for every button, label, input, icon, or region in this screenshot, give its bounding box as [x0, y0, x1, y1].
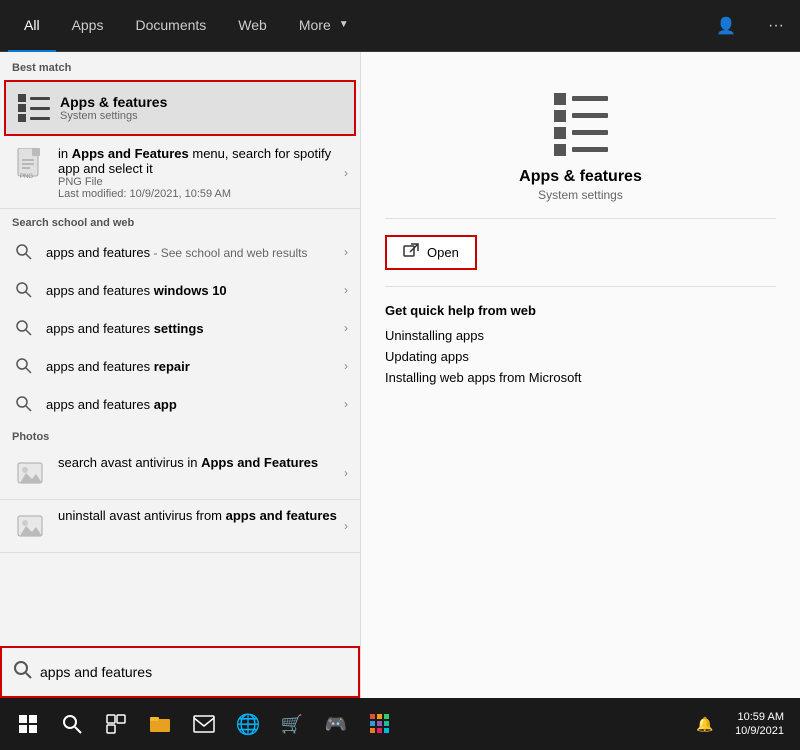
web-result-3[interactable]: apps and features settings › — [0, 309, 360, 347]
top-nav-right: 👤 ··· — [708, 12, 792, 40]
tab-more[interactable]: More ▼ — [283, 0, 365, 52]
best-match-text: Apps & features System settings — [60, 94, 167, 122]
quick-help-link-3[interactable]: Installing web apps from Microsoft — [385, 370, 776, 385]
chevron-right-icon: › — [344, 283, 348, 297]
taskbar-xbox-icon[interactable]: 🎮 — [316, 704, 356, 744]
web-result-4[interactable]: apps and features repair › — [0, 347, 360, 385]
taskbar-start-icon[interactable] — [8, 704, 48, 744]
chevron-right-icon: › — [344, 166, 348, 180]
chevron-down-icon: ▼ — [339, 19, 349, 30]
chevron-right-icon: › — [344, 359, 348, 373]
web-result-text-3: apps and features settings — [46, 321, 344, 336]
file-result-item[interactable]: PNG in Apps and Features menu, search fo… — [0, 138, 360, 209]
chevron-right-icon: › — [344, 321, 348, 335]
chevron-right-icon: › — [344, 519, 348, 533]
search-icon — [12, 240, 36, 264]
search-icon — [12, 278, 36, 302]
best-match-label: Best match — [0, 52, 360, 78]
quick-help-link-2[interactable]: Updating apps — [385, 349, 776, 364]
profile-icon[interactable]: 👤 — [708, 12, 744, 40]
file-type: PNG File — [58, 176, 344, 188]
quick-help-title: Get quick help from web — [385, 303, 776, 318]
web-result-1[interactable]: apps and features - See school and web r… — [0, 233, 360, 271]
open-label: Open — [427, 245, 459, 260]
taskbar-edge-icon[interactable]: 🌐 — [228, 704, 268, 744]
top-nav: All Apps Documents Web More ▼ 👤 ··· — [0, 0, 800, 52]
right-panel: Apps & features System settings Open — [360, 52, 800, 698]
taskbar-tiles-icon[interactable] — [360, 704, 400, 744]
apps-features-icon — [18, 92, 50, 124]
taskbar-store-icon[interactable]: 🛒 — [272, 704, 312, 744]
taskbar: 🌐 🛒 🎮 🔔 10:59 AM10/9/2021 — [0, 698, 800, 750]
search-icon — [12, 316, 36, 340]
search-icon — [12, 392, 36, 416]
taskbar-mail-icon[interactable] — [184, 704, 224, 744]
tab-web[interactable]: Web — [222, 0, 283, 52]
more-options-icon[interactable]: ··· — [760, 13, 792, 39]
tab-documents[interactable]: Documents — [119, 0, 222, 52]
web-result-text-2: apps and features windows 10 — [46, 283, 344, 298]
chevron-right-icon: › — [344, 245, 348, 259]
best-match-title: Apps & features — [60, 94, 167, 110]
chevron-right-icon: › — [344, 466, 348, 480]
best-match-item[interactable]: Apps & features System settings — [4, 80, 356, 136]
web-result-text-4: apps and features repair — [46, 359, 344, 374]
app-detail-header: Apps & features System settings — [385, 72, 776, 219]
best-match-subtitle: System settings — [60, 110, 167, 122]
file-title: in Apps and Features menu, search for sp… — [58, 146, 344, 176]
file-modified: Last modified: 10/9/2021, 10:59 AM — [58, 188, 344, 200]
app-detail-icon — [549, 92, 613, 156]
web-result-text-1: apps and features - See school and web r… — [46, 245, 344, 260]
quick-help-section: Get quick help from web Uninstalling app… — [385, 287, 776, 407]
chevron-right-icon: › — [344, 397, 348, 411]
taskbar-search-icon[interactable] — [52, 704, 92, 744]
taskbar-time: 10:59 AM10/9/2021 — [727, 704, 792, 744]
tab-apps[interactable]: Apps — [56, 0, 120, 52]
search-icon — [12, 354, 36, 378]
quick-help-link-1[interactable]: Uninstalling apps — [385, 328, 776, 343]
tab-all[interactable]: All — [8, 0, 56, 52]
photo-info-1: search avast antivirus in Apps and Featu… — [58, 455, 344, 470]
open-icon — [403, 243, 419, 262]
search-input[interactable] — [40, 664, 346, 680]
svg-text:PNG: PNG — [20, 174, 33, 180]
main-content: Best match — [0, 52, 800, 698]
left-panel: Best match — [0, 52, 360, 698]
photo-icon-1 — [12, 455, 48, 491]
photo-info-2: uninstall avast antivirus from apps and … — [58, 508, 344, 523]
app-detail-title: Apps & features — [519, 168, 642, 186]
photo-result-2[interactable]: uninstall avast antivirus from apps and … — [0, 500, 360, 553]
open-btn-container: Open — [385, 219, 776, 287]
taskbar-notification-icon[interactable]: 🔔 — [685, 704, 725, 744]
taskbar-file-explorer-icon[interactable] — [140, 704, 180, 744]
photo-result-1[interactable]: search avast antivirus in Apps and Featu… — [0, 447, 360, 500]
photo-icon-2 — [12, 508, 48, 544]
search-bar-icon — [14, 661, 32, 684]
search-bar — [0, 646, 360, 698]
taskbar-task-view-icon[interactable] — [96, 704, 136, 744]
photo-title-2: uninstall avast antivirus from apps and … — [58, 508, 344, 523]
photos-section-label: Photos — [0, 423, 360, 447]
app-detail-subtitle: System settings — [538, 188, 623, 202]
web-section-label: Search school and web — [0, 209, 360, 233]
photo-title-1: search avast antivirus in Apps and Featu… — [58, 455, 344, 470]
open-button[interactable]: Open — [385, 235, 477, 270]
web-result-5[interactable]: apps and features app › — [0, 385, 360, 423]
web-result-2[interactable]: apps and features windows 10 › — [0, 271, 360, 309]
file-info: in Apps and Features menu, search for sp… — [58, 146, 344, 200]
file-icon: PNG — [12, 146, 48, 182]
web-result-text-5: apps and features app — [46, 397, 344, 412]
